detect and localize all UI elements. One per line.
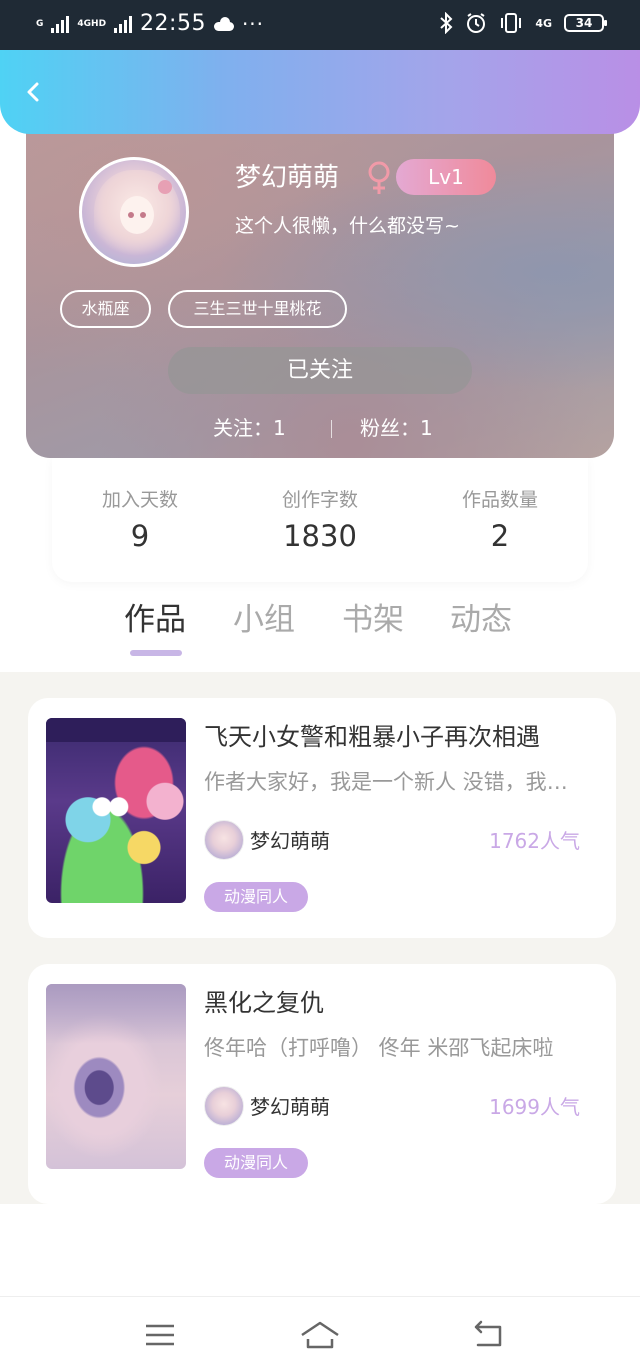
popularity-count: 1699人气 <box>489 1095 580 1119</box>
avatar-eye <box>128 212 134 218</box>
female-icon <box>368 161 390 194</box>
tab-activity[interactable]: 动态 <box>450 598 512 642</box>
profile-tag[interactable]: 水瓶座 <box>60 290 151 328</box>
following-count[interactable]: 关注：1 <box>213 412 286 444</box>
author-name[interactable]: 梦幻萌萌 <box>250 826 330 856</box>
tab-groups[interactable]: 小组 <box>233 598 295 642</box>
work-title[interactable]: 黑化之复仇 <box>204 986 604 1020</box>
work-description: 作者大家好，我是一个新人 没错，我是一个新人 <box>204 770 584 794</box>
work-cover-image[interactable] <box>46 718 186 903</box>
network-type-1: G <box>36 18 44 29</box>
tab-bookshelf[interactable]: 书架 <box>342 598 404 642</box>
clock: 22:55 <box>140 11 206 36</box>
works-list: 飞天小女警和粗暴小子再次相遇 作者大家好，我是一个新人 没错，我是一个新人 梦幻… <box>0 672 640 1204</box>
avatar-face <box>120 196 154 234</box>
avatar-eye <box>140 212 146 218</box>
active-tab-indicator <box>130 650 182 656</box>
signal-icon-2 <box>114 15 133 33</box>
system-nav-bar <box>0 1296 640 1372</box>
author-avatar[interactable] <box>204 820 244 860</box>
genre-tag[interactable]: 动漫同人 <box>204 882 308 912</box>
tab-works[interactable]: 作品 <box>124 598 186 642</box>
stat-word-count: 创作字数 1830 <box>245 486 395 558</box>
work-card[interactable]: 黑化之复仇 佟年哈（打呼噜） 佟年 米邵飞起床啦 梦幻萌萌 1699人气 动漫同… <box>28 964 616 1204</box>
follow-stats-divider <box>331 420 332 438</box>
back-chevron-icon[interactable] <box>18 76 50 108</box>
profile-avatar[interactable] <box>79 157 189 267</box>
fans-count[interactable]: 粉丝：1 <box>360 412 433 444</box>
follow-stats: 关注：1 粉丝：1 <box>26 412 614 444</box>
network-type-3: 4G <box>535 16 552 30</box>
popularity-count: 1762人气 <box>489 829 580 853</box>
work-description: 佟年哈（打呼噜） 佟年 米邵飞起床啦 <box>204 1036 554 1060</box>
status-bar-right: 4G 34 <box>439 12 607 34</box>
level-badge: Lv1 <box>396 159 496 195</box>
stat-value: 2 <box>490 519 510 553</box>
weather-cloud-icon <box>213 17 234 31</box>
top-header <box>0 50 640 134</box>
signal-icon-1 <box>51 15 70 33</box>
home-icon[interactable] <box>298 1315 342 1355</box>
genre-tag[interactable]: 动漫同人 <box>204 1148 308 1178</box>
follow-button[interactable]: 已关注 <box>168 347 472 394</box>
author-avatar[interactable] <box>204 1086 244 1126</box>
status-bar: G 4GHD 22:55 ··· 4G 34 <box>0 0 640 50</box>
author-name[interactable]: 梦幻萌萌 <box>250 1092 330 1122</box>
stat-works-count: 作品数量 2 <box>425 486 575 558</box>
avatar-flower <box>158 180 172 194</box>
work-title[interactable]: 飞天小女警和粗暴小子再次相遇 <box>204 720 604 754</box>
work-cover-image[interactable] <box>46 984 186 1169</box>
work-card[interactable]: 飞天小女警和粗暴小子再次相遇 作者大家好，我是一个新人 没错，我是一个新人 梦幻… <box>28 698 616 938</box>
content-tabs: 作品 小组 书架 动态 <box>0 592 640 670</box>
back-icon[interactable] <box>468 1315 508 1355</box>
network-type-2: 4GHD <box>77 18 107 29</box>
stat-label: 创作字数 <box>281 489 358 511</box>
stat-value: 1830 <box>283 519 357 553</box>
battery-indicator: 34 <box>564 14 607 32</box>
cover-decoration <box>46 718 186 742</box>
stats-card: 加入天数 9 创作字数 1830 作品数量 2 <box>52 458 588 582</box>
more-notifications-icon: ··· <box>241 12 265 36</box>
bluetooth-icon <box>440 12 453 34</box>
profile-bio: 这个人很懒，什么都没写~ <box>235 215 460 237</box>
menu-icon[interactable] <box>140 1315 180 1355</box>
stat-value: 9 <box>130 519 150 553</box>
alarm-icon <box>467 13 486 33</box>
stat-days-joined: 加入天数 9 <box>65 486 215 558</box>
stat-label: 加入天数 <box>101 489 178 511</box>
stat-label: 作品数量 <box>461 489 538 511</box>
vibrate-icon <box>501 13 522 33</box>
profile-card: 梦幻萌萌 Lv1 这个人很懒，什么都没写~ 水瓶座 三生三世十里桃花 已关注 关… <box>26 120 614 458</box>
profile-tag[interactable]: 三生三世十里桃花 <box>168 290 347 328</box>
status-bar-left: G 4GHD 22:55 ··· <box>36 10 264 38</box>
cover-decoration <box>46 984 186 1044</box>
username: 梦幻萌萌 <box>235 163 340 193</box>
